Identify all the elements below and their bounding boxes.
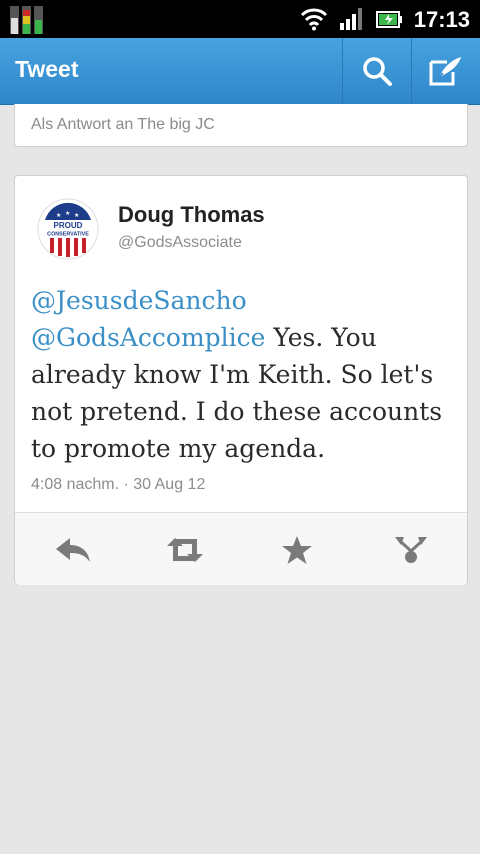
favorite-button[interactable] <box>275 533 319 567</box>
star-icon <box>282 536 312 564</box>
search-icon <box>363 57 392 86</box>
svg-text:★: ★ <box>56 212 61 219</box>
retweet-icon <box>167 538 203 562</box>
status-time: 17:13 <box>413 7 470 32</box>
compose-icon <box>429 57 461 86</box>
share-button[interactable] <box>389 533 433 567</box>
avatar-text-line2: CONSERVATIVE <box>47 232 89 238</box>
in-reply-to-text: Als Antwort an The big JC <box>31 116 215 133</box>
avatar[interactable]: ★ ★ ★ PROUD CONSERVATIVE <box>37 198 99 260</box>
svg-text:★: ★ <box>65 210 70 217</box>
retweet-button[interactable] <box>163 533 207 567</box>
app-notification-icon <box>10 6 43 34</box>
share-icon <box>395 537 427 563</box>
mention-link[interactable]: @GodsAccomplice <box>31 323 265 352</box>
avatar-text-line1: PROUD <box>54 221 83 230</box>
proud-conservative-badge-icon: ★ ★ ★ PROUD CONSERVATIVE <box>37 198 99 260</box>
search-button[interactable] <box>342 38 411 104</box>
svg-text:★: ★ <box>74 212 79 219</box>
battery-icon <box>376 11 402 28</box>
signal-strength-icon <box>340 8 362 30</box>
tweet-text: @JesusdeSancho @GodsAccomplice Yes. You a… <box>31 282 451 467</box>
tweet-timestamp: 4:08 nachm. · 30 Aug 12 <box>31 476 206 493</box>
reply-icon <box>56 538 90 562</box>
reply-button[interactable] <box>51 533 95 567</box>
tweet-action-bar <box>15 512 467 585</box>
in-reply-to-card[interactable]: Als Antwort an The big JC <box>14 104 468 147</box>
wifi-icon <box>300 8 328 31</box>
action-bar: Tweet <box>0 38 480 105</box>
mention-link[interactable]: @JesusdeSancho <box>31 286 247 315</box>
compose-tweet-button[interactable] <box>411 38 480 104</box>
author-name[interactable]: Doug Thomas <box>118 202 265 228</box>
page-title: Tweet <box>15 56 79 82</box>
status-bar: 17:13 <box>0 0 480 38</box>
author-handle[interactable]: @GodsAssociate <box>118 234 242 252</box>
tweet-card: ★ ★ ★ PROUD CONSERVATIVE Doug Thomas @Go… <box>14 175 468 585</box>
